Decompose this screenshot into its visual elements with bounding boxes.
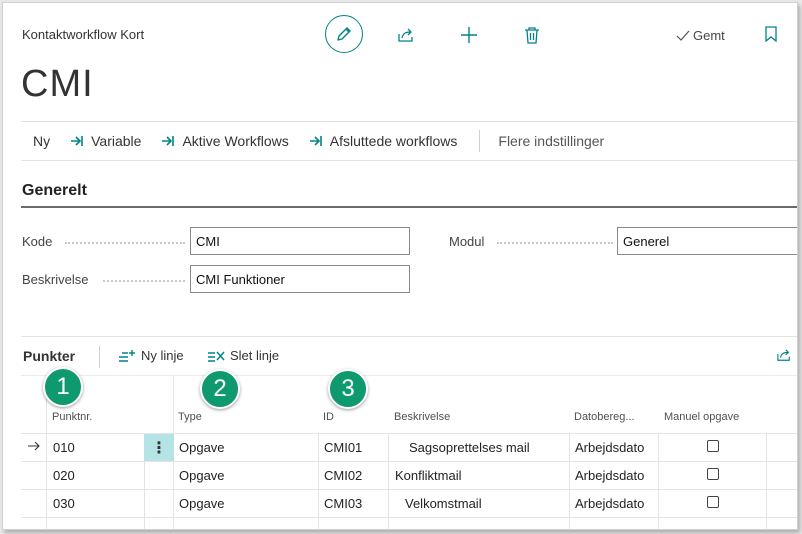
row-selected-arrow-icon (27, 440, 41, 452)
new-action[interactable]: Ny (33, 133, 50, 149)
dotted-leader (497, 242, 613, 244)
module-label: Modul (449, 234, 485, 249)
callout-badge-1: 1 (43, 367, 83, 407)
cell-id[interactable]: CMI03 (324, 496, 362, 511)
edit-button[interactable] (325, 15, 363, 53)
code-field[interactable]: CMI (190, 227, 410, 255)
cell-type[interactable]: Opgave (179, 468, 225, 483)
navigate-icon (309, 134, 325, 148)
add-button[interactable] (458, 25, 480, 45)
column-header-id[interactable]: ID (323, 411, 334, 423)
share-icon (397, 27, 415, 43)
callout-badge-2: 2 (200, 369, 240, 409)
callout-badge-3: 3 (328, 369, 368, 409)
column-header-type[interactable]: Type (178, 411, 202, 423)
delete-line-label: Slet linje (230, 348, 280, 363)
manual-task-checkbox[interactable] (707, 440, 719, 452)
plus-icon (460, 26, 478, 44)
share-button[interactable] (395, 25, 417, 45)
grid-row-line (21, 517, 797, 518)
finished-workflows-label: Afsluttede workflows (329, 133, 458, 149)
action-bar: Ny Variable Aktive Workflows Afsluttede … (21, 121, 797, 161)
bookmark-icon (765, 26, 777, 42)
grid-column-line (658, 433, 659, 529)
grid-column-line (569, 433, 570, 529)
cell-id[interactable]: CMI01 (324, 440, 362, 455)
cell-punktnr[interactable]: 030 (53, 496, 75, 511)
share-lines-button[interactable] (775, 347, 793, 363)
column-header-manual-task[interactable]: Manuel opgave (664, 411, 739, 423)
section-divider (21, 336, 797, 337)
more-vertical-icon: ⋮ (151, 439, 167, 457)
cell-date-calc[interactable]: Arbejdsdato (575, 496, 644, 511)
active-workflows-label: Aktive Workflows (182, 133, 289, 149)
new-line-button[interactable]: Ny linje (118, 348, 184, 363)
grid-column-line (388, 433, 389, 529)
variable-label: Variable (91, 133, 142, 149)
grid-row-line (21, 489, 797, 490)
code-label: Kode (22, 234, 53, 249)
dotted-leader (65, 242, 185, 244)
description-field[interactable]: CMI Funktioner (190, 265, 410, 293)
grid-column-line (318, 433, 319, 529)
cell-date-calc[interactable]: Arbejdsdato (575, 440, 644, 455)
module-field[interactable]: Generel (617, 227, 797, 255)
cell-punktnr[interactable]: 020 (53, 468, 75, 483)
column-header-date-calc[interactable]: Datobereg... (574, 411, 635, 423)
finished-workflows-action[interactable]: Afsluttede workflows (309, 133, 458, 149)
more-settings-action[interactable]: Flere indstillinger (498, 133, 604, 149)
delete-line-icon (207, 349, 225, 363)
variable-action[interactable]: Variable (70, 133, 141, 149)
divider (479, 130, 481, 152)
navigate-icon (70, 134, 86, 148)
cell-description[interactable]: Velkomstmail (405, 496, 482, 511)
general-section-title[interactable]: Generelt (22, 182, 87, 200)
checkmark-icon (676, 30, 690, 42)
grid-row-line (21, 433, 797, 434)
card-window: Kontaktworkflow Kort CMI Gemt Ny Variabl… (2, 2, 798, 530)
active-workflows-action[interactable]: Aktive Workflows (161, 133, 289, 149)
column-header-description[interactable]: Beskrivelse (394, 411, 450, 423)
manual-task-checkbox[interactable] (707, 468, 719, 480)
lines-section-title[interactable]: Punkter (23, 348, 75, 364)
divider (99, 346, 100, 368)
navigate-icon (161, 134, 177, 148)
cell-description[interactable]: Sagsoprettelses mail (409, 440, 530, 455)
breadcrumb: Kontaktworkflow Kort (22, 27, 145, 42)
saved-label: Gemt (693, 28, 725, 43)
pencil-icon (335, 25, 353, 43)
delete-line-button[interactable]: Slet linje (207, 348, 279, 363)
cell-date-calc[interactable]: Arbejdsdato (575, 468, 644, 483)
cell-id[interactable]: CMI02 (324, 468, 362, 483)
manual-task-checkbox[interactable] (707, 496, 719, 508)
dotted-leader (103, 280, 185, 282)
delete-button[interactable] (521, 25, 543, 45)
cell-type[interactable]: Opgave (179, 440, 225, 455)
section-divider (21, 206, 797, 208)
row-actions-button[interactable]: ⋮ (144, 434, 174, 461)
new-line-icon (118, 349, 136, 363)
cell-punktnr[interactable]: 010 (53, 440, 75, 455)
page-title: CMI (21, 63, 94, 105)
bookmark-button[interactable] (765, 26, 777, 42)
description-label: Beskrivelse (22, 272, 89, 287)
new-line-label: Ny linje (141, 348, 184, 363)
column-header-punktnr[interactable]: Punktnr. (52, 411, 92, 423)
grid-top-border (21, 375, 797, 376)
trash-icon (524, 26, 540, 44)
cell-description[interactable]: Konfliktmail (395, 468, 461, 483)
cell-type[interactable]: Opgave (179, 496, 225, 511)
grid-column-line (766, 433, 767, 529)
share-icon (776, 348, 792, 362)
saved-status: Gemt (676, 28, 725, 43)
grid-row-line (21, 461, 797, 462)
